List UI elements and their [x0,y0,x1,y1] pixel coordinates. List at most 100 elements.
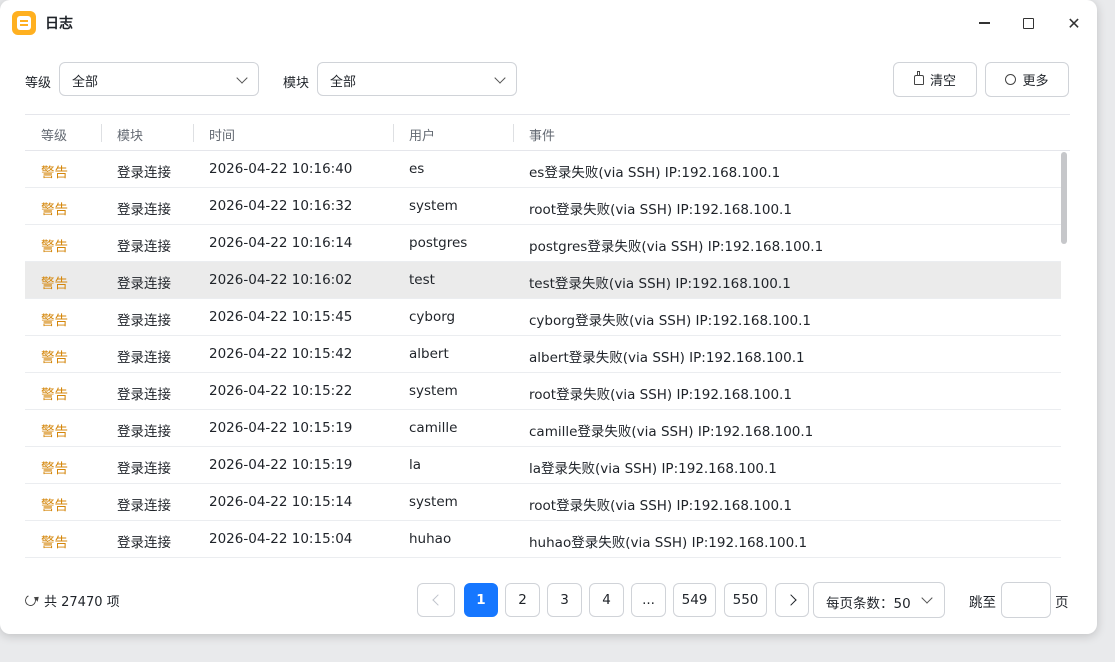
cell-event: test登录失败(via SSH) IP:192.168.100.1 [529,276,791,292]
column-divider[interactable] [513,124,514,142]
table-row[interactable]: 警告 登录连接 2026-04-22 10:16:14 postgres postgre… [25,225,1061,262]
page-button-2[interactable]: 2 [505,583,540,617]
table-row[interactable]: 警告 登录连接 2026-04-22 10:15:19 camille camille登… [25,410,1061,447]
cell-time: 2026-04-22 10:15:42 [209,346,353,362]
table-row[interactable]: 警告 登录连接 2026-04-22 10:15:45 cyborg cyborg登录失… [25,299,1061,336]
chevron-down-icon [236,72,248,84]
level-filter-select[interactable]: 全部 [59,62,259,96]
table-row[interactable]: 警告 登录连接 2026-04-22 10:16:40 es es登录失败(via SS… [25,151,1061,188]
cell-time: 2026-04-22 10:15:14 [209,494,353,510]
table-row[interactable]: 警告 登录连接 2026-04-22 10:15:04 huhao huhao登录失败(… [25,521,1061,558]
jump-page-unit: 页 [1055,595,1069,611]
cell-event: root登录失败(via SSH) IP:192.168.100.1 [529,498,792,514]
page-button-4[interactable]: 4 [589,583,624,617]
cell-level: 警告 [41,350,68,366]
next-page-button[interactable] [775,583,809,617]
cell-module: 登录连接 [117,313,171,329]
column-header-user[interactable]: 用户 [409,125,435,144]
log-app-icon [12,11,36,35]
column-divider[interactable] [193,124,194,142]
jump-to-label: 跳至 [969,595,996,611]
cell-user: system [409,494,458,510]
column-header-level[interactable]: 等级 [41,125,67,144]
cell-event: root登录失败(via SSH) IP:192.168.100.1 [529,387,792,403]
minimize-button[interactable] [968,8,1000,38]
cell-user: albert [409,346,449,362]
table-row[interactable]: 警告 登录连接 2026-04-22 10:16:02 test test登录失败(vi… [25,262,1061,299]
column-header-module[interactable]: 模块 [117,125,143,144]
cell-time: 2026-04-22 10:16:02 [209,272,353,288]
cell-user: es [409,161,425,177]
more-button[interactable]: 更多 [985,62,1069,97]
total-count: 共 27470 项 [23,591,120,610]
cell-level: 警告 [41,387,68,403]
more-label: 更多 [1022,74,1049,89]
cell-event: postgres登录失败(via SSH) IP:192.168.100.1 [529,239,824,255]
cell-event: camille登录失败(via SSH) IP:192.168.100.1 [529,424,814,440]
page-button-549[interactable]: 549 [673,583,716,617]
clear-button[interactable]: 清空 [893,62,977,97]
jump-page-input[interactable] [1001,582,1051,618]
chevron-right-icon [784,594,797,606]
cell-user: test [409,272,435,288]
cell-time: 2026-04-22 10:16:14 [209,235,353,251]
cell-time: 2026-04-22 10:15:45 [209,309,353,325]
minimize-icon [978,22,990,24]
cell-time: 2026-04-22 10:16:40 [209,161,353,177]
chevron-left-icon [431,594,444,606]
cell-module: 登录连接 [117,276,171,292]
close-icon: ✕ [1067,13,1081,33]
cell-user: huhao [409,531,452,547]
cell-time: 2026-04-22 10:15:22 [209,383,353,399]
maximize-button[interactable] [1012,8,1044,38]
cell-event: huhao登录失败(via SSH) IP:192.168.100.1 [529,535,808,551]
level-filter-value: 全部 [72,75,99,90]
clear-label: 清空 [929,74,956,89]
page-button-3[interactable]: 3 [547,583,582,617]
cell-user: system [409,383,458,399]
title-bar: 日志 ✕ [0,0,1097,46]
cell-user: system [409,198,458,214]
cell-level: 警告 [41,165,68,181]
column-header-time[interactable]: 时间 [209,125,235,144]
table-row[interactable]: 警告 登录连接 2026-04-22 10:15:14 system root登录失败(… [25,484,1061,521]
table-row[interactable]: 警告 登录连接 2026-04-22 10:15:22 system root登录失败(… [25,373,1061,410]
page-size-value: 每页条数：50 [826,596,911,612]
prev-page-button[interactable] [417,583,455,617]
table-row[interactable]: 警告 登录连接 2026-04-22 10:16:32 system root登录失败(… [25,188,1061,225]
table-scrollbar[interactable] [1061,152,1067,244]
table-header: 等级 模块 时间 用户 事件 [25,114,1070,151]
cell-module: 登录连接 [117,461,171,477]
module-filter-label: 模块 [283,76,310,91]
page-ellipsis-button[interactable]: ... [631,583,666,617]
column-divider[interactable] [393,124,394,142]
cell-module: 登录连接 [117,165,171,181]
module-filter-select[interactable]: 全部 [317,62,517,96]
table-row[interactable]: 警告 登录连接 2026-04-22 10:15:19 la la登录失败(via SS… [25,447,1061,484]
cell-level: 警告 [41,535,68,551]
table-row[interactable]: 警告 登录连接 2026-04-22 10:15:42 albert albert登录失… [25,336,1061,373]
cell-user: cyborg [409,309,456,325]
cell-module: 登录连接 [117,239,171,255]
page-button-1[interactable]: 1 [464,583,498,617]
page-size-select[interactable]: 每页条数：50 [813,582,945,618]
cell-level: 警告 [41,424,68,440]
log-window: 日志 ✕ 等级 全部 模块 全部 清空 更多 等级 模块 时间 用户 事件 警告 [0,0,1097,634]
close-button[interactable]: ✕ [1058,8,1090,38]
cell-user: postgres [409,235,468,251]
cell-module: 登录连接 [117,350,171,366]
module-filter-value: 全部 [330,75,357,90]
cell-module: 登录连接 [117,387,171,403]
chevron-down-icon [494,72,506,84]
column-header-event[interactable]: 事件 [529,125,555,144]
cell-module: 登录连接 [117,535,171,551]
cell-level: 警告 [41,276,68,292]
refresh-icon[interactable] [23,593,38,608]
page-button-550[interactable]: 550 [724,583,767,617]
cell-event: root登录失败(via SSH) IP:192.168.100.1 [529,202,792,218]
cell-user: la [409,457,422,473]
column-divider[interactable] [101,124,102,142]
cell-module: 登录连接 [117,424,171,440]
table-body: 警告 登录连接 2026-04-22 10:16:40 es es登录失败(via SS… [25,151,1061,558]
cell-module: 登录连接 [117,498,171,514]
